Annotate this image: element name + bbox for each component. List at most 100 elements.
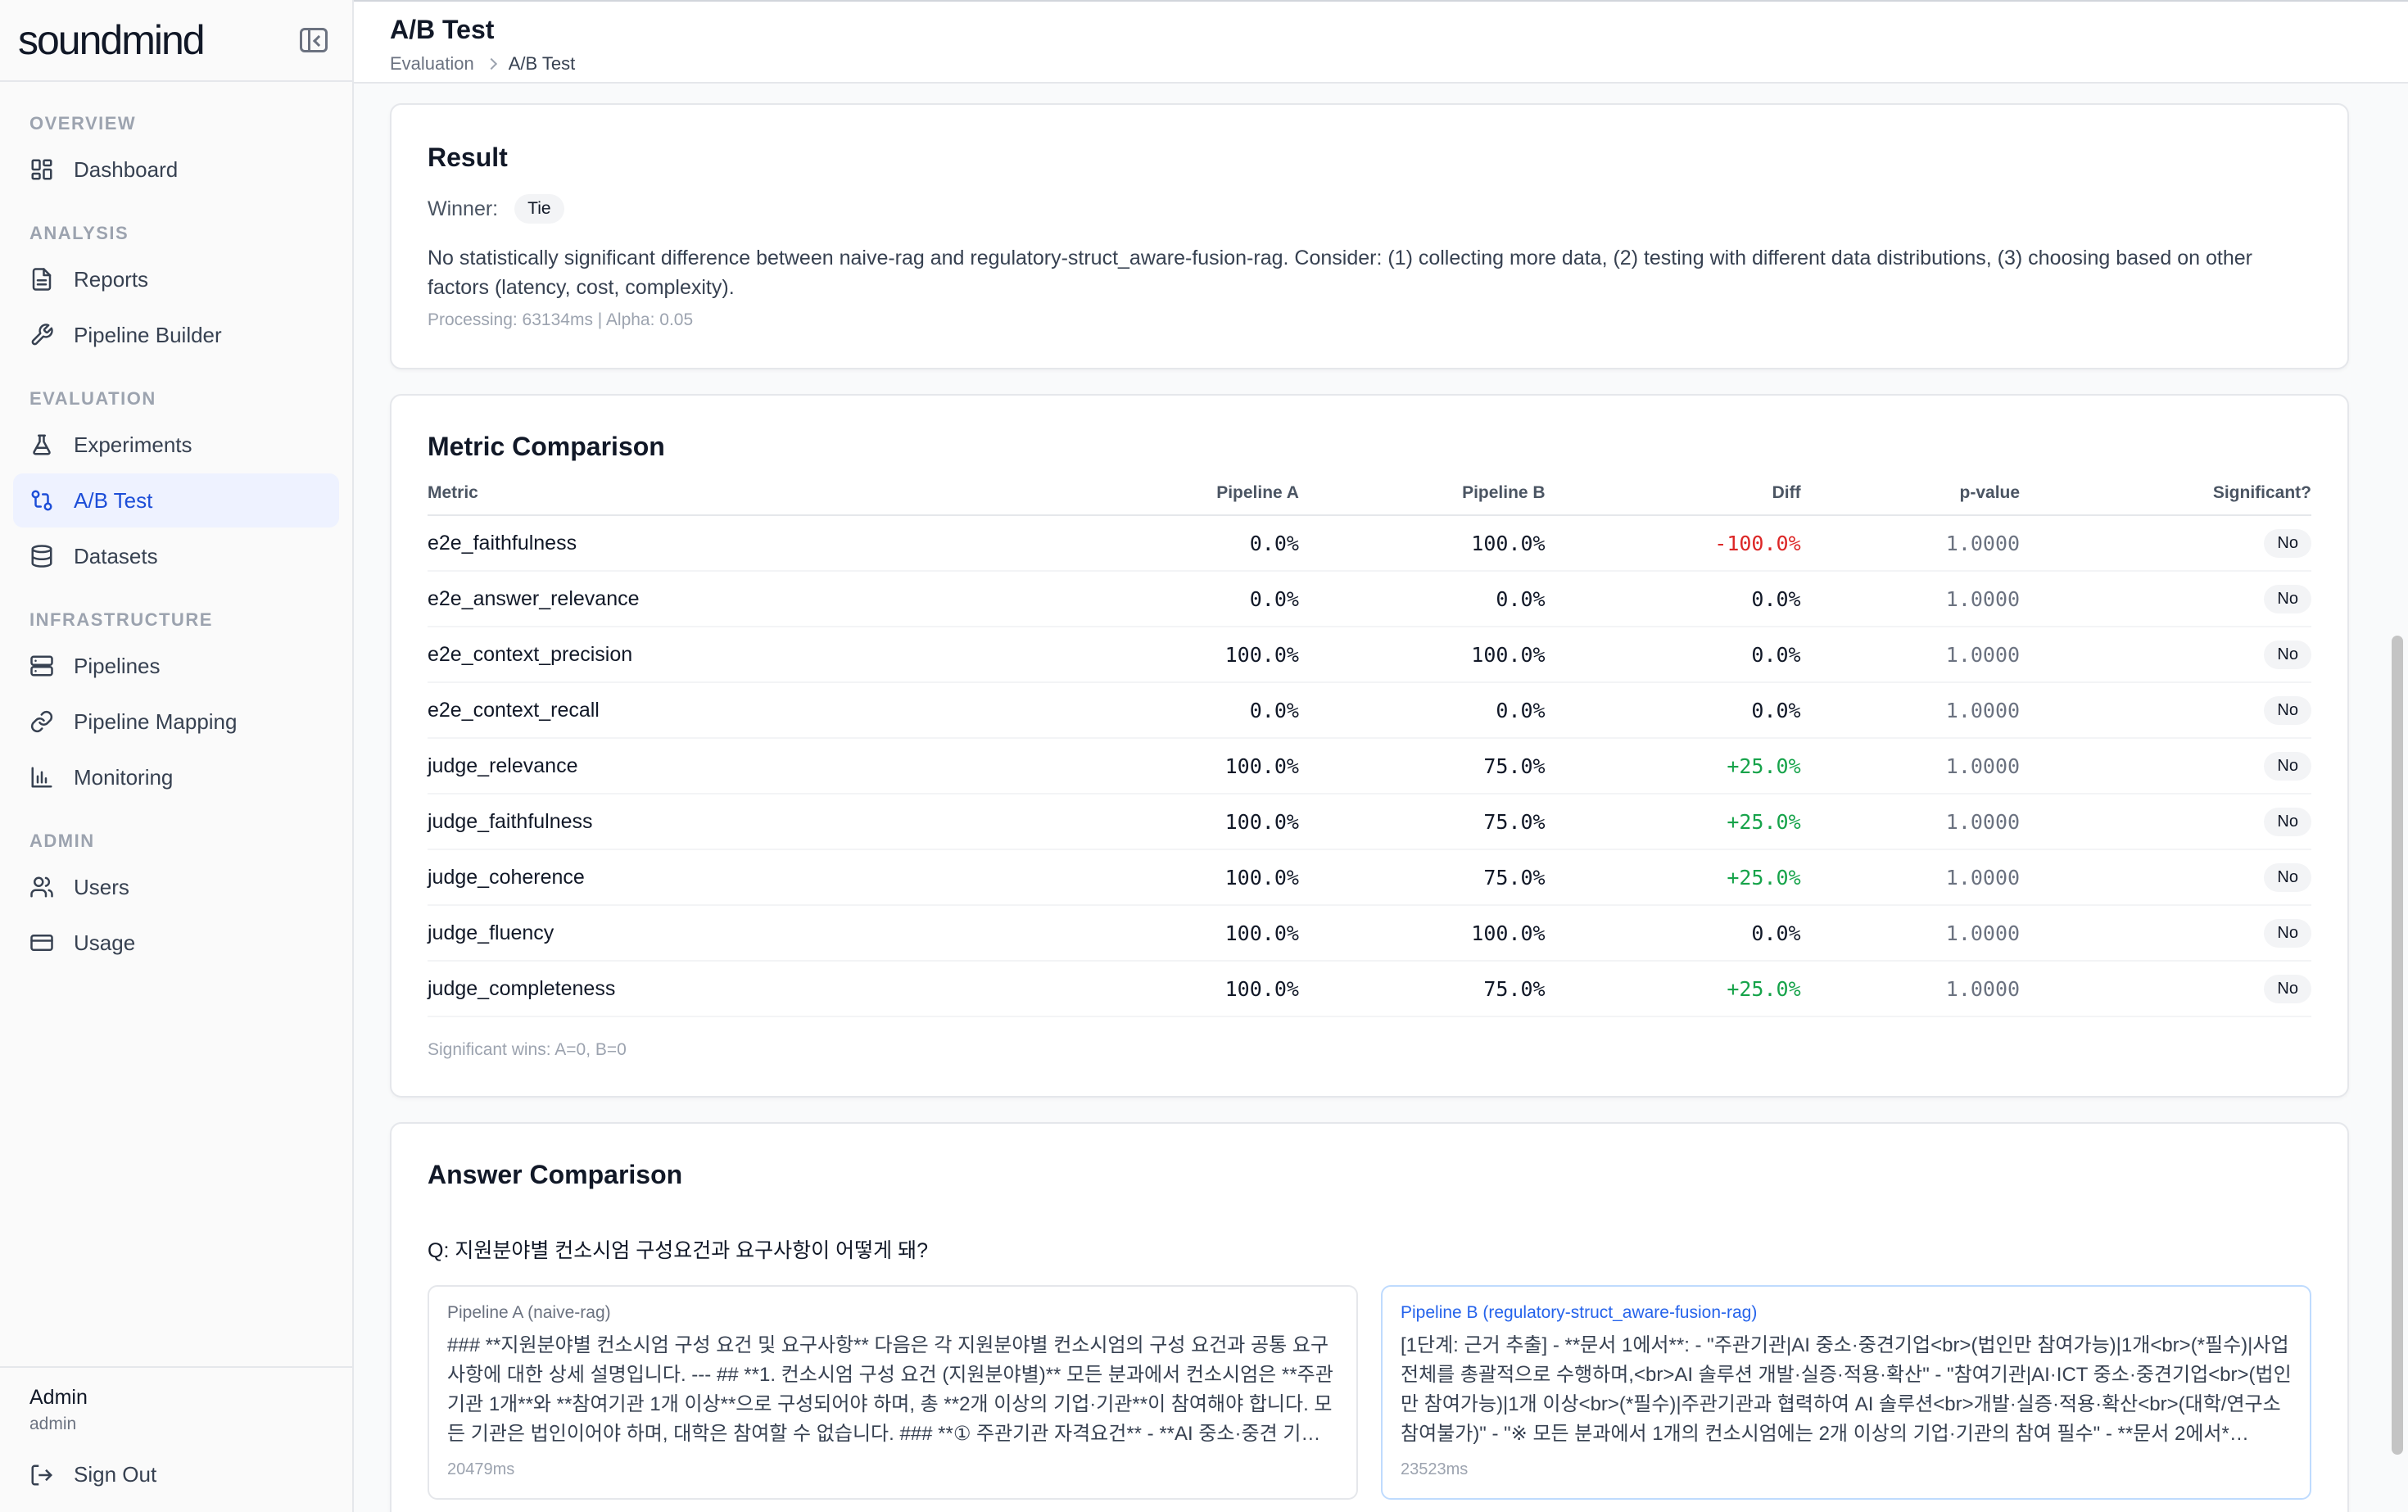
significant-cell: No	[2020, 627, 2311, 683]
winner-label: Winner:	[428, 197, 499, 220]
metric-comparison-title: Metric Comparison	[428, 432, 665, 461]
sidebar-item-experiments[interactable]: Experiments	[13, 418, 339, 472]
table-row: e2e_context_recall 0.0% 0.0% 0.0% 1.0000 No	[428, 682, 2311, 739]
wrench-icon	[29, 323, 54, 347]
pipeline-b-label: Pipeline B (regulatory-struct_aware-fusi…	[1401, 1303, 1758, 1322]
user-name: Admin	[29, 1386, 88, 1409]
sidebar-item-usage[interactable]: Usage	[13, 916, 339, 970]
significant-wins-summary: Significant wins: A=0, B=0	[428, 1040, 627, 1059]
pipeline-b-value-cell: 100.0%	[1298, 627, 1546, 683]
result-meta: Processing: 63134ms | Alpha: 0.05	[428, 310, 694, 329]
column-header: Pipeline B	[1298, 483, 1546, 516]
pipeline-a-answer[interactable]: Pipeline A (naive-rag) ### **지원분야별 컨소시엄 …	[428, 1285, 1358, 1500]
breadcrumb: Evaluation A/B Test	[390, 53, 2372, 75]
table-header-row: Metric Pipeline A Pipeline B Diff p-value Sig…	[428, 483, 2311, 516]
sidebar-item-pipelines[interactable]: Pipelines	[13, 639, 339, 693]
p-value-cell: 1.0000	[1800, 682, 2021, 739]
sign-out-label: Sign Out	[74, 1462, 157, 1487]
pipeline-b-text: [1단계: 근거 추출] - **문서 1에서**: - "주관기관|AI 중소…	[1401, 1334, 2292, 1445]
p-value-cell: 1.0000	[1800, 905, 2021, 962]
sidebar-item-pipeline-mapping[interactable]: Pipeline Mapping	[13, 695, 339, 749]
pipeline-a-value-cell: 100.0%	[1054, 961, 1299, 1017]
metric-name-cell: e2e_answer_relevance	[428, 571, 1055, 627]
credit-card-icon	[29, 930, 54, 955]
nav-section-infrastructure: INFRASTRUCTURE	[29, 609, 213, 630]
p-value-cell: 1.0000	[1800, 571, 2021, 627]
significant-cell: No	[2020, 571, 2311, 627]
result-card: Result Winner: Tie No statistically sign…	[390, 103, 2349, 369]
table-row: judge_relevance 100.0% 75.0% +25.0% 1.0000 No	[428, 738, 2311, 794]
pipeline-b-value-cell: 0.0%	[1298, 682, 1546, 739]
diff-value-cell: 0.0%	[1545, 905, 1801, 962]
scrollbar[interactable]	[2392, 636, 2403, 1455]
pipeline-b-value-cell: 100.0%	[1298, 515, 1546, 572]
significance-badge: No	[2264, 751, 2311, 781]
answers-row: Pipeline A (naive-rag) ### **지원분야별 컨소시엄 …	[428, 1285, 2311, 1500]
sidebar: soundmind OVERVIEW Dashboard ANALYSIS Repor…	[0, 0, 354, 1512]
table-row: judge_coherence 100.0% 75.0% +25.0% 1.0000 No	[428, 849, 2311, 906]
metric-table: Metric Pipeline A Pipeline B Diff p-value Sig…	[428, 483, 2311, 1017]
sign-out-button[interactable]: Sign Out	[29, 1462, 323, 1487]
sidebar-item-label: Pipeline Mapping	[74, 708, 238, 734]
pipeline-b-value-cell: 75.0%	[1298, 849, 1546, 906]
significance-badge: No	[2264, 640, 2311, 669]
table-row: e2e_context_precision 100.0% 100.0% 0.0% 1.0…	[428, 627, 2311, 683]
sidebar-item-a-b-test[interactable]: A/B Test	[13, 473, 339, 527]
question-text: Q: 지원분야별 컨소시엄 구성요건과 요구사항이 어떻게 돼?	[428, 1239, 928, 1262]
flask-icon	[29, 432, 54, 457]
sidebar-item-label: Reports	[74, 266, 149, 292]
server-icon	[29, 654, 54, 678]
brand-header: soundmind	[0, 0, 352, 82]
sidebar-item-reports[interactable]: Reports	[13, 252, 339, 306]
significance-badge: No	[2264, 695, 2311, 725]
column-header: Pipeline A	[1054, 483, 1299, 516]
main-area: A/B Test Evaluation A/B Test Result Winn…	[354, 0, 2408, 1512]
breadcrumb-parent[interactable]: Evaluation	[390, 53, 474, 75]
pipeline-b-answer[interactable]: Pipeline B (regulatory-struct_aware-fusi…	[1381, 1285, 2311, 1500]
chevron-right-icon	[485, 57, 497, 70]
sidebar-item-label: Dashboard	[74, 156, 179, 182]
table-row: e2e_answer_relevance 0.0% 0.0% 0.0% 1.0000 No	[428, 571, 2311, 627]
link-icon	[29, 709, 54, 734]
sidebar-footer: Admin admin Sign Out	[0, 1366, 352, 1512]
sidebar-nav: OVERVIEW Dashboard ANALYSIS Reports Pipeline…	[0, 82, 352, 1366]
pipeline-a-value-cell: 0.0%	[1054, 515, 1299, 572]
diff-value-cell: -100.0%	[1545, 515, 1801, 572]
sidebar-item-label: A/B Test	[74, 487, 153, 513]
p-value-cell: 1.0000	[1800, 961, 2021, 1017]
p-value-cell: 1.0000	[1800, 849, 2021, 906]
diff-value-cell: +25.0%	[1545, 849, 1801, 906]
p-value-cell: 1.0000	[1800, 627, 2021, 683]
metric-name-cell: judge_completeness	[428, 961, 1055, 1017]
sidebar-item-datasets[interactable]: Datasets	[13, 529, 339, 583]
collapse-sidebar-icon[interactable]	[300, 28, 328, 52]
dashboard-icon	[29, 157, 54, 182]
brand-logo[interactable]: soundmind	[18, 16, 206, 64]
sidebar-item-label: Pipeline Builder	[74, 322, 222, 347]
pipeline-b-value-cell: 75.0%	[1298, 794, 1546, 850]
significance-badge: No	[2264, 584, 2311, 613]
column-header: Significant?	[2020, 483, 2311, 516]
metric-name-cell: e2e_context_recall	[428, 682, 1055, 739]
page-header: A/B Test Evaluation A/B Test	[354, 2, 2408, 84]
significant-cell: No	[2020, 961, 2311, 1017]
nav-section-admin: ADMIN	[29, 831, 95, 851]
pipeline-b-value-cell: 75.0%	[1298, 738, 1546, 794]
answer-comparison-card: Answer Comparison Q: 지원분야별 컨소시엄 구성요건과 요구…	[390, 1122, 2349, 1512]
column-header: Diff	[1545, 483, 1801, 516]
sidebar-item-label: Experiments	[74, 432, 192, 457]
pipeline-a-value-cell: 0.0%	[1054, 571, 1299, 627]
p-value-cell: 1.0000	[1800, 515, 2021, 572]
table-row: judge_fluency 100.0% 100.0% 0.0% 1.0000 No	[428, 905, 2311, 962]
sidebar-item-pipeline-builder[interactable]: Pipeline Builder	[13, 308, 339, 362]
pipeline-a-text: ### **지원분야별 컨소시엄 구성 요건 및 요구사항** 다음은 각 지원…	[447, 1334, 1333, 1445]
sidebar-item-users[interactable]: Users	[13, 860, 339, 914]
metric-comparison-card: Metric Comparison Metric Pipeline A Pipeli…	[390, 394, 2349, 1098]
pipeline-a-value-cell: 100.0%	[1054, 849, 1299, 906]
diff-value-cell: 0.0%	[1545, 682, 1801, 739]
metric-name-cell: judge_fluency	[428, 905, 1055, 962]
sidebar-item-dashboard[interactable]: Dashboard	[13, 143, 339, 197]
sidebar-item-monitoring[interactable]: Monitoring	[13, 750, 339, 804]
table-row: judge_faithfulness 100.0% 75.0% +25.0% 1.000…	[428, 794, 2311, 850]
significant-cell: No	[2020, 738, 2311, 794]
